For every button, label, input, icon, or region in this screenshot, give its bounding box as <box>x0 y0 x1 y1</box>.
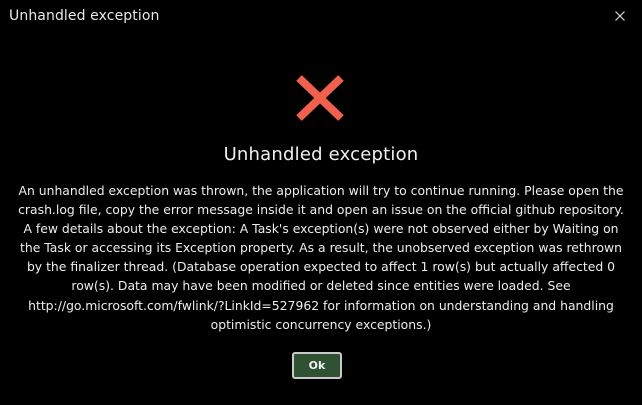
ok-button[interactable]: Ok <box>292 352 342 379</box>
close-icon <box>615 11 625 21</box>
error-message: An unhandled exception was thrown, the a… <box>18 183 624 332</box>
dialog-heading: Unhandled exception <box>223 144 419 165</box>
close-button[interactable] <box>608 4 632 28</box>
error-x-icon <box>296 75 344 121</box>
exception-dialog: Unhandled exception Unhandled exception … <box>0 0 642 405</box>
title-bar: Unhandled exception <box>0 0 642 32</box>
window-title: Unhandled exception <box>9 8 160 24</box>
